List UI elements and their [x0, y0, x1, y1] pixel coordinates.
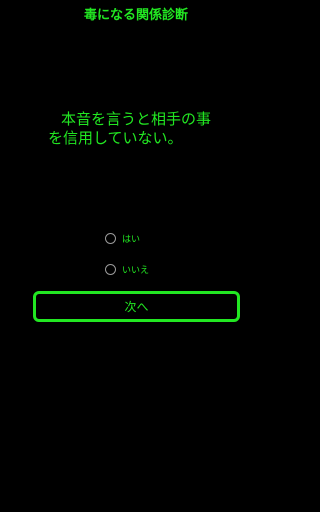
- question-text: 本音を言うと相手の事 を信用していない。: [18, 110, 254, 148]
- app-title: 毒になる関係診断: [83, 8, 188, 23]
- option-no-label: いいえ: [122, 265, 150, 276]
- radio-button-no[interactable]: [105, 263, 116, 275]
- option-yes[interactable]: はい: [105, 230, 140, 246]
- question-line-1: 本音を言うと相手の事: [60, 110, 211, 128]
- next-button[interactable]: 次へ: [33, 291, 240, 322]
- option-yes-label: はい: [122, 234, 141, 245]
- option-no[interactable]: いいえ: [105, 261, 149, 277]
- radio-button-yes[interactable]: [105, 232, 116, 244]
- question-line-2: を信用していない。: [48, 129, 183, 147]
